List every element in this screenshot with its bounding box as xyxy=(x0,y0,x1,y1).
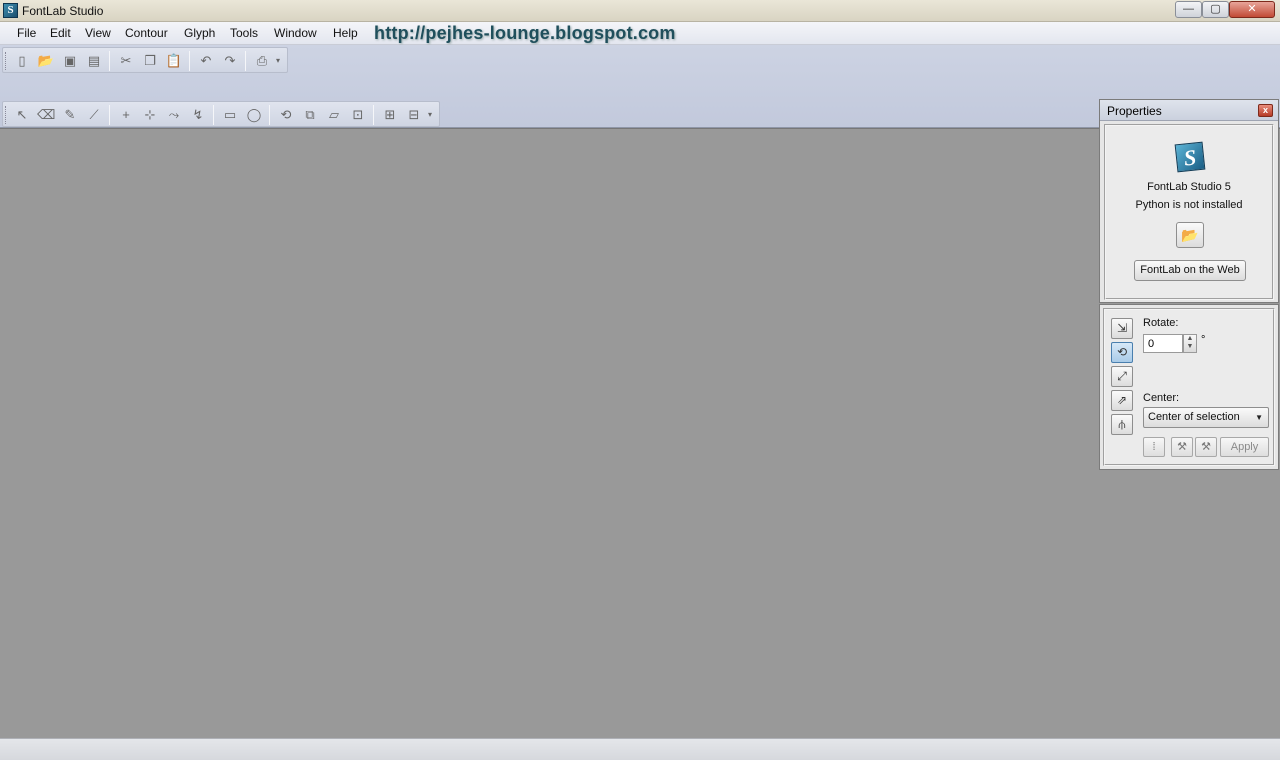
hammer-multi-icon[interactable]: ⚒ xyxy=(1195,437,1217,457)
rotate-label: Rotate: xyxy=(1143,317,1179,329)
copy-icon[interactable]: ❐ xyxy=(141,52,159,70)
move-icon[interactable]: ⇲ xyxy=(1111,318,1133,339)
title-bar: S FontLab Studio — ▢ ✕ xyxy=(0,0,1280,22)
slant-icon[interactable]: ▱ xyxy=(325,106,343,124)
window-title: FontLab Studio xyxy=(22,4,104,18)
menu-file[interactable]: File xyxy=(17,26,36,40)
hammer-icon[interactable]: ⚒ xyxy=(1171,437,1193,457)
app-icon: S xyxy=(3,3,18,18)
toolbar-separator xyxy=(213,105,214,125)
properties-panel: Properties x S FontLab Studio 5 Python i… xyxy=(1099,99,1279,303)
cut-icon[interactable]: ✂ xyxy=(117,52,135,70)
pointer-icon[interactable]: ↖ xyxy=(13,106,31,124)
toolbar-area: ▯ 📂 ▣ ▤ ✂ ❐ 📋 ↶ ↷ ⎙ ▾ ↖ ⌫ ✎ ⟋ + ⊹ ⤳ ↯ ▭ … xyxy=(0,45,1280,128)
menu-help[interactable]: Help xyxy=(333,26,358,40)
properties-header[interactable]: Properties x xyxy=(1100,100,1278,121)
mirror-tool-icon[interactable]: ⫛ xyxy=(1111,414,1133,435)
toolbar-grip[interactable] xyxy=(5,52,8,70)
properties-body: S FontLab Studio 5 Python is not install… xyxy=(1104,124,1274,300)
slant-tool-icon[interactable]: ⇗ xyxy=(1111,390,1133,411)
rectangle-icon[interactable]: ▭ xyxy=(221,106,239,124)
transform-icon[interactable]: ⊡ xyxy=(349,106,367,124)
add-corner-icon[interactable]: ⊹ xyxy=(141,106,159,124)
pencil-icon[interactable]: ✎ xyxy=(61,106,79,124)
maximize-button[interactable]: ▢ xyxy=(1202,1,1229,18)
rotate-spinner[interactable]: ▲ ▼ xyxy=(1183,334,1197,353)
new-file-icon[interactable]: ▯ xyxy=(13,52,31,70)
fontlab-web-button[interactable]: FontLab on the Web xyxy=(1134,260,1246,281)
save-all-icon[interactable]: ▤ xyxy=(85,52,103,70)
knife-icon[interactable]: ⟋ xyxy=(85,106,103,124)
paste-icon[interactable]: 📋 xyxy=(165,52,183,70)
menu-bar: File Edit View Contour Glyph Tools Windo… xyxy=(0,22,1280,45)
close-button[interactable]: ✕ xyxy=(1229,1,1275,18)
open-folder-button[interactable]: 📂 xyxy=(1176,222,1204,248)
print-dropdown-icon[interactable]: ▾ xyxy=(273,52,283,70)
chevron-down-icon: ▼ xyxy=(1255,413,1263,422)
workspace-area[interactable] xyxy=(0,128,1280,738)
toolbar-separator xyxy=(245,51,246,71)
scale-tool-icon[interactable]: ⤢ xyxy=(1111,366,1133,387)
undo-icon[interactable]: ↶ xyxy=(197,52,215,70)
menu-contour[interactable]: Contour xyxy=(125,26,168,40)
properties-title: Properties xyxy=(1107,104,1162,118)
transform-body: ⇲ ⟲ ⤢ ⇗ ⫛ Rotate: ▲▼ ° Center: Center of… xyxy=(1103,308,1275,466)
toolbar-separator xyxy=(189,51,190,71)
menu-view[interactable]: View xyxy=(85,26,111,40)
standard-toolbar: ▯ 📂 ▣ ▤ ✂ ❐ 📋 ↶ ↷ ⎙ ▾ xyxy=(2,47,288,73)
rotate-tool-icon[interactable]: ⟲ xyxy=(1111,342,1133,363)
transform-panel: ⇲ ⟲ ⤢ ⇗ ⫛ Rotate: ▲▼ ° Center: Center of… xyxy=(1099,304,1279,470)
guides-icon[interactable]: ⊟ xyxy=(405,106,423,124)
menu-edit[interactable]: Edit xyxy=(50,26,71,40)
redo-icon[interactable]: ↷ xyxy=(221,52,239,70)
toolbar-separator xyxy=(373,105,374,125)
menu-glyph[interactable]: Glyph xyxy=(184,26,215,40)
save-icon[interactable]: ▣ xyxy=(61,52,79,70)
degree-symbol: ° xyxy=(1201,334,1206,346)
eraser-icon[interactable]: ⌫ xyxy=(37,106,55,124)
tools-dropdown-icon[interactable]: ▾ xyxy=(425,106,435,124)
watermark-text: http://pejhes-lounge.blogspot.com xyxy=(374,23,676,43)
open-folder-icon[interactable]: 📂 xyxy=(37,52,55,70)
rotate-icon[interactable]: ⟲ xyxy=(277,106,295,124)
toolbar-separator xyxy=(109,105,110,125)
measure-icon[interactable]: ⊞ xyxy=(381,106,399,124)
toolbar-separator xyxy=(109,51,110,71)
center-select[interactable]: Center of selection ▼ xyxy=(1143,407,1269,428)
add-node-icon[interactable]: + xyxy=(117,106,135,124)
minimize-button[interactable]: — xyxy=(1175,1,1202,18)
status-bar xyxy=(0,738,1280,760)
rotate-input[interactable] xyxy=(1143,334,1183,353)
fontlab-logo-icon: S xyxy=(1174,141,1206,173)
product-name: FontLab Studio 5 xyxy=(1147,181,1231,193)
python-status: Python is not installed xyxy=(1135,199,1243,211)
toolbar-grip[interactable] xyxy=(5,106,8,124)
print-icon[interactable]: ⎙ xyxy=(253,52,271,70)
add-tangent-icon[interactable]: ↯ xyxy=(189,106,207,124)
add-curve-icon[interactable]: ⤳ xyxy=(165,106,183,124)
tools-toolbar: ↖ ⌫ ✎ ⟋ + ⊹ ⤳ ↯ ▭ ◯ ⟲ ⧉ ▱ ⊡ ⊞ ⊟ ▾ xyxy=(2,101,440,127)
center-select-value: Center of selection xyxy=(1148,411,1240,423)
menu-window[interactable]: Window xyxy=(274,26,317,40)
apply-button[interactable]: Apply xyxy=(1220,437,1269,457)
menu-tools[interactable]: Tools xyxy=(230,26,258,40)
properties-close-button[interactable]: x xyxy=(1258,104,1273,117)
ellipse-icon[interactable]: ◯ xyxy=(245,106,263,124)
center-label: Center: xyxy=(1143,392,1180,404)
dotted-icon[interactable]: ⁞ xyxy=(1143,437,1165,457)
scale-icon[interactable]: ⧉ xyxy=(301,106,319,124)
toolbar-separator xyxy=(269,105,270,125)
